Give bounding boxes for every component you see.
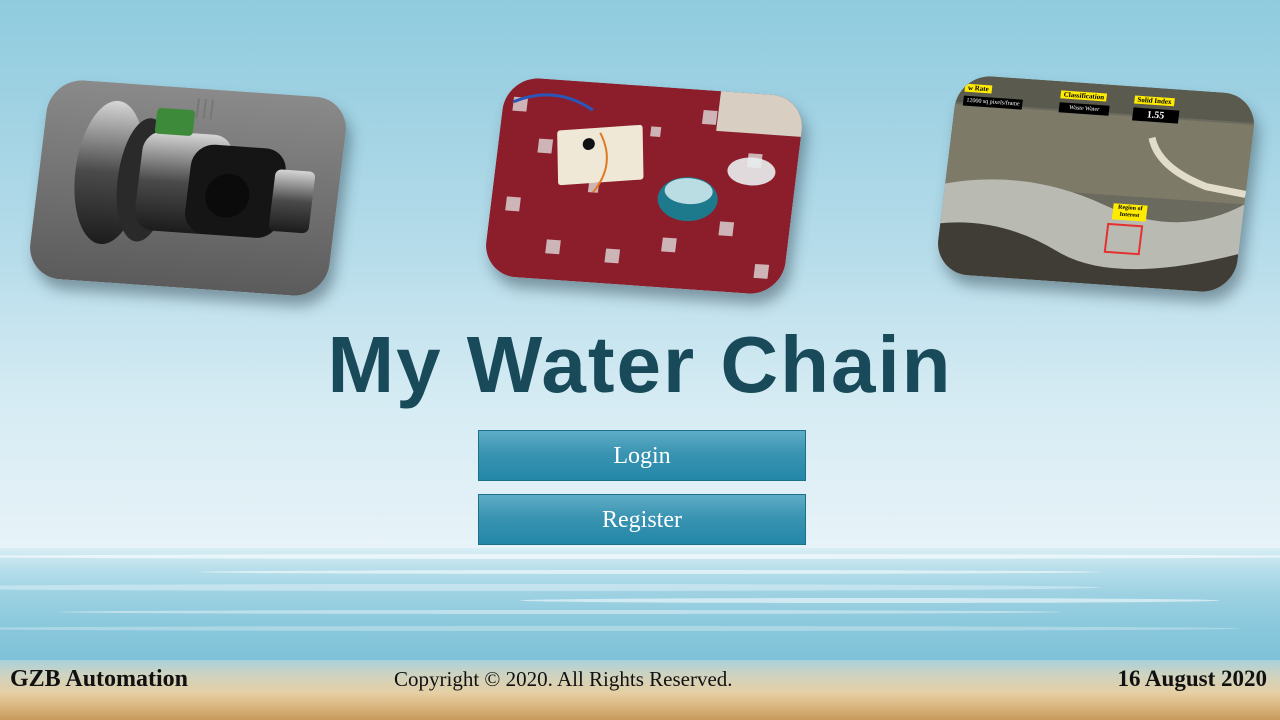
classification-overlay: Classification Waste Water [1058,83,1112,116]
login-button[interactable]: Login [478,430,806,481]
water-monitoring-image: w Rate 12000 sq pixels/frame Classificat… [934,74,1258,294]
flow-rate-overlay: w Rate 12000 sq pixels/frame [962,77,1026,110]
register-button[interactable]: Register [478,494,806,545]
sea-background [0,548,1280,660]
region-of-interest-box [1103,222,1144,256]
solid-index-overlay: Solid Index 1.55 [1131,89,1181,124]
breadboard-prototype-image [482,76,806,296]
page-title: My Water Chain [327,320,953,409]
footer-date: 16 August 2020 [1117,666,1267,691]
company-name: GZB Automation [10,666,189,692]
region-of-interest-label: Region of Interest [1111,203,1148,222]
copyright-notice: Copyright © 2020. All Rights Reserved. [394,667,733,691]
flow-sensor-image [26,78,350,298]
